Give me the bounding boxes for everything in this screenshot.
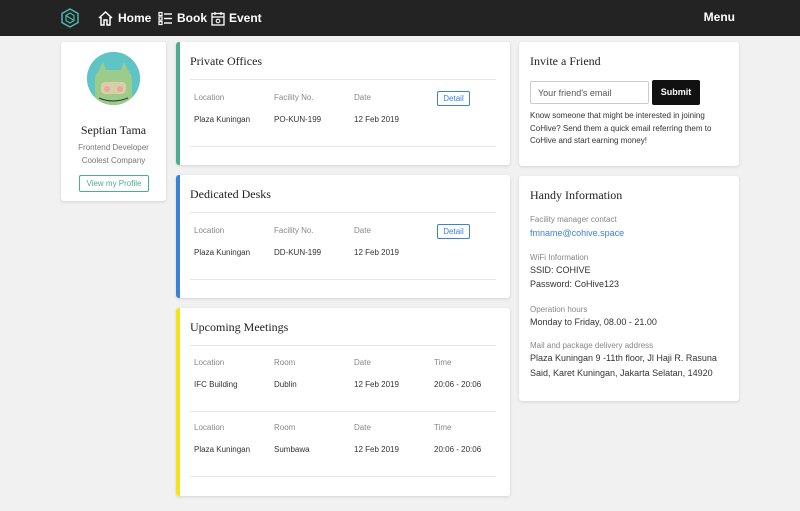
- column-header: Time: [434, 423, 452, 432]
- home-icon: [98, 10, 113, 26]
- column-header: Date: [354, 226, 371, 235]
- cohive-logo-icon[interactable]: [60, 8, 80, 28]
- mail-address: Plaza Kuningan 9 -11th floor, Jl Haji R.…: [530, 353, 717, 378]
- card-accent: [176, 175, 180, 298]
- wifi-label: WiFi Information: [530, 253, 589, 262]
- invite-friend-card: Invite a Friend Submit Know someone that…: [519, 42, 739, 166]
- divider: [190, 79, 496, 80]
- profile-role: Frontend Developer: [78, 143, 149, 152]
- column-header: Date: [354, 358, 371, 367]
- column-header: Facility No.: [274, 93, 314, 102]
- card-title: Dedicated Desks: [190, 187, 271, 201]
- cell-location: Plaza Kuningan: [194, 445, 251, 454]
- card-accent: [176, 308, 180, 496]
- cell-facility: PO-KUN-199: [274, 115, 322, 124]
- cell-time: 20:06 - 20:06: [434, 380, 482, 389]
- dedicated-desks-card: Dedicated Desks Location Facility No. Da…: [176, 175, 510, 298]
- cell-room: Sumbawa: [274, 445, 310, 454]
- divider: [190, 279, 496, 280]
- avatar-illustration: [87, 52, 140, 105]
- calendar-icon: [211, 11, 225, 26]
- card-title: Private Offices: [190, 54, 263, 68]
- card-title: Handy Information: [530, 188, 623, 202]
- handy-information-card: Handy Information Facility manager conta…: [519, 176, 739, 401]
- friend-email-input[interactable]: [530, 81, 649, 104]
- wifi-password: Password: CoHive123: [530, 279, 620, 289]
- column-header: Location: [194, 93, 225, 102]
- private-offices-card: Private Offices Location Facility No. Da…: [176, 42, 510, 165]
- nav-event[interactable]: Event: [211, 9, 262, 27]
- mail-label: Mail and package delivery address: [530, 341, 654, 350]
- card-title: Invite a Friend: [530, 54, 601, 68]
- cell-date: 12 Feb 2019: [354, 115, 399, 124]
- column-header: Room: [274, 423, 296, 432]
- cell-location: IFC Building: [194, 380, 238, 389]
- top-navbar: Home Book Event Menu: [0, 0, 800, 36]
- column-header: Location: [194, 423, 225, 432]
- cell-date: 12 Feb 2019: [354, 248, 399, 257]
- cell-time: 20:06 - 20:06: [434, 445, 482, 454]
- column-header: Date: [354, 423, 371, 432]
- nav-event-label: Event: [229, 11, 262, 25]
- divider: [190, 212, 496, 213]
- view-profile-button[interactable]: View my Profile: [79, 175, 149, 192]
- nav-home[interactable]: Home: [97, 9, 151, 27]
- nav-home-label: Home: [118, 11, 152, 25]
- invite-description: Know someone that might be interested in…: [530, 111, 712, 145]
- card-accent: [176, 42, 180, 165]
- cell-facility: DD-KUN-199: [274, 248, 322, 257]
- hours-value: Monday to Friday, 08.00 - 21.00: [530, 317, 657, 327]
- cell-room: Dublin: [274, 380, 297, 389]
- divider: [190, 476, 496, 477]
- divider: [190, 411, 496, 412]
- profile-card: Septian Tama Frontend Developer Coolest …: [61, 42, 166, 201]
- nav-book[interactable]: Book: [158, 9, 207, 27]
- avatar: [87, 52, 140, 105]
- list-icon: [158, 11, 172, 25]
- profile-company: Coolest Company: [81, 156, 146, 165]
- cell-date: 12 Feb 2019: [354, 380, 399, 389]
- detail-button[interactable]: Detail: [437, 224, 470, 239]
- column-header: Location: [194, 358, 225, 367]
- card-title: Upcoming Meetings: [190, 320, 289, 334]
- nav-book-label: Book: [177, 11, 207, 25]
- column-header: Location: [194, 226, 225, 235]
- column-header: Facility No.: [274, 226, 314, 235]
- submit-button[interactable]: Submit: [652, 80, 700, 105]
- column-header: Date: [354, 93, 371, 102]
- fm-contact-label: Facility manager contact: [530, 215, 617, 224]
- cell-location: Plaza Kuningan: [194, 248, 251, 257]
- column-header: Room: [274, 358, 296, 367]
- hours-label: Operation hours: [530, 305, 588, 314]
- wifi-ssid: SSID: COHIVE: [530, 265, 591, 275]
- upcoming-meetings-card: Upcoming Meetings Location Room Date Tim…: [176, 308, 510, 496]
- cell-date: 12 Feb 2019: [354, 445, 399, 454]
- divider: [190, 345, 496, 346]
- menu-button[interactable]: Menu: [704, 10, 735, 24]
- column-header: Time: [434, 358, 452, 367]
- profile-name: Septian Tama: [80, 123, 147, 137]
- divider: [190, 146, 496, 147]
- detail-button[interactable]: Detail: [437, 91, 470, 106]
- cell-location: Plaza Kuningan: [194, 115, 251, 124]
- fm-email-link[interactable]: fmname@cohive.space: [530, 226, 735, 241]
